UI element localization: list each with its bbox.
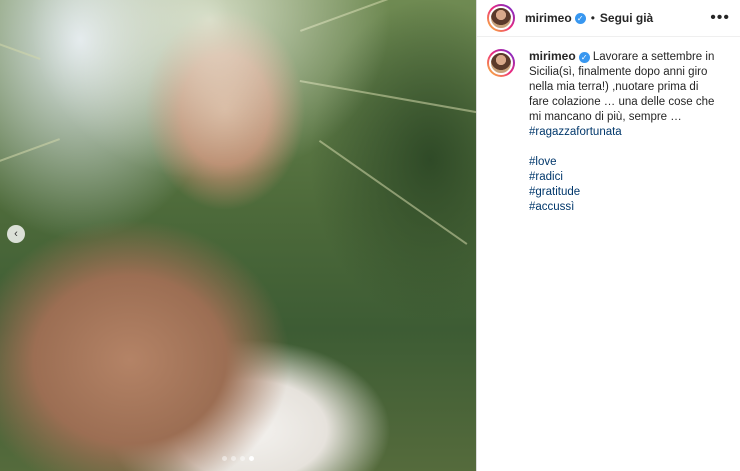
post-sidebar: mirimeo ✓ • Segui già ••• mirimeo ✓ Lavor… xyxy=(476,0,740,471)
post-header: mirimeo ✓ • Segui già ••• xyxy=(477,0,740,37)
more-options-icon[interactable]: ••• xyxy=(710,10,730,26)
carousel-prev-button[interactable]: ‹ xyxy=(7,225,25,243)
post-photo: ‹ xyxy=(0,0,476,471)
verified-badge-icon: ✓ xyxy=(578,52,590,63)
verified-badge-icon: ✓ xyxy=(574,12,586,24)
hashtag-link[interactable]: #radici xyxy=(529,170,719,185)
carousel-dot xyxy=(231,456,236,461)
carousel-indicator xyxy=(0,456,476,461)
instagram-post: ‹ mirimeo ✓ • Segui già ••• mirimeo ✓ Lav… xyxy=(0,0,740,471)
chevron-left-icon: ‹ xyxy=(14,228,18,240)
hashtag-link[interactable]: #gratitude xyxy=(529,185,719,200)
caption-username[interactable]: mirimeo xyxy=(529,49,576,63)
avatar[interactable] xyxy=(487,4,515,32)
hashtag-link[interactable]: #accussì xyxy=(529,200,719,215)
header-username[interactable]: mirimeo xyxy=(525,11,572,25)
caption-avatar[interactable] xyxy=(487,49,515,77)
hashtag-link[interactable]: #love xyxy=(529,155,719,170)
follow-button[interactable]: Segui già xyxy=(600,11,653,25)
carousel-dot xyxy=(249,456,254,461)
hashtag-link[interactable]: #ragazzafortunata xyxy=(529,125,719,140)
caption-text: mirimeo ✓ Lavorare a settembre in Sicilia… xyxy=(529,49,719,215)
separator: • xyxy=(590,11,595,25)
sunlight-glare xyxy=(0,0,476,471)
carousel-dot xyxy=(240,456,245,461)
post-caption: mirimeo ✓ Lavorare a settembre in Sicilia… xyxy=(477,37,740,215)
carousel-dot xyxy=(222,456,227,461)
